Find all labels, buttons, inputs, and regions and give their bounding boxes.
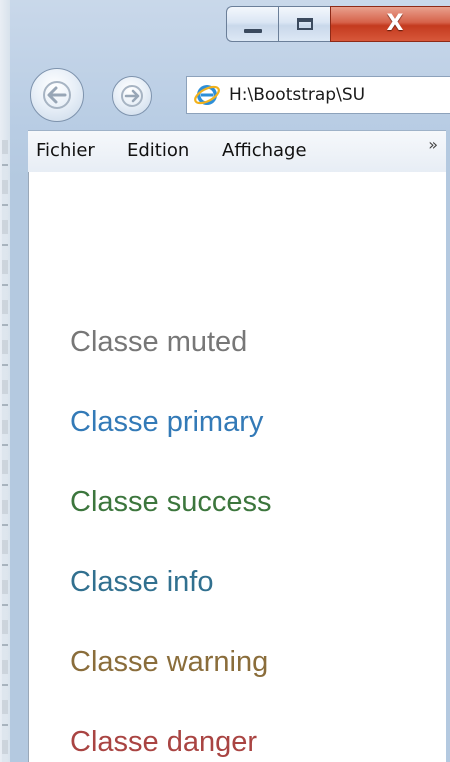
text-muted: Classe muted <box>70 326 248 358</box>
navigation-bar: H:\Bootstrap\SU <box>20 66 450 122</box>
address-text: H:\Bootstrap\SU <box>229 85 366 105</box>
maximize-icon <box>296 18 313 30</box>
back-button[interactable] <box>30 68 84 122</box>
window-left-edge <box>0 0 10 762</box>
minimize-icon <box>243 29 262 33</box>
text-info: Classe info <box>70 566 214 598</box>
text-success: Classe success <box>70 486 272 518</box>
arrow-left-icon <box>43 81 71 109</box>
menu-overflow-chevron-icon[interactable]: » <box>428 135 438 154</box>
menu-item-edition[interactable]: Edition <box>127 140 189 161</box>
text-danger: Classe danger <box>70 726 257 758</box>
arrow-right-icon <box>121 85 143 107</box>
minimize-button[interactable] <box>226 6 278 42</box>
page-content: Classe muted Classe primary Classe succe… <box>28 172 448 762</box>
menu-item-affichage[interactable]: Affichage <box>222 140 307 161</box>
maximize-button[interactable] <box>278 6 330 42</box>
close-button[interactable]: X <box>330 6 450 42</box>
window-controls: X <box>226 6 450 42</box>
window-right-edge <box>446 130 450 762</box>
text-warning: Classe warning <box>70 646 269 678</box>
menu-bar: Fichier Edition Affichage » <box>28 130 450 174</box>
menu-item-fichier[interactable]: Fichier <box>36 140 95 161</box>
text-primary: Classe primary <box>70 406 264 438</box>
title-bar: X <box>10 0 450 60</box>
ie-icon <box>194 85 220 105</box>
address-bar[interactable]: H:\Bootstrap\SU <box>186 76 450 114</box>
close-icon: X <box>386 11 404 36</box>
forward-button[interactable] <box>112 76 152 116</box>
